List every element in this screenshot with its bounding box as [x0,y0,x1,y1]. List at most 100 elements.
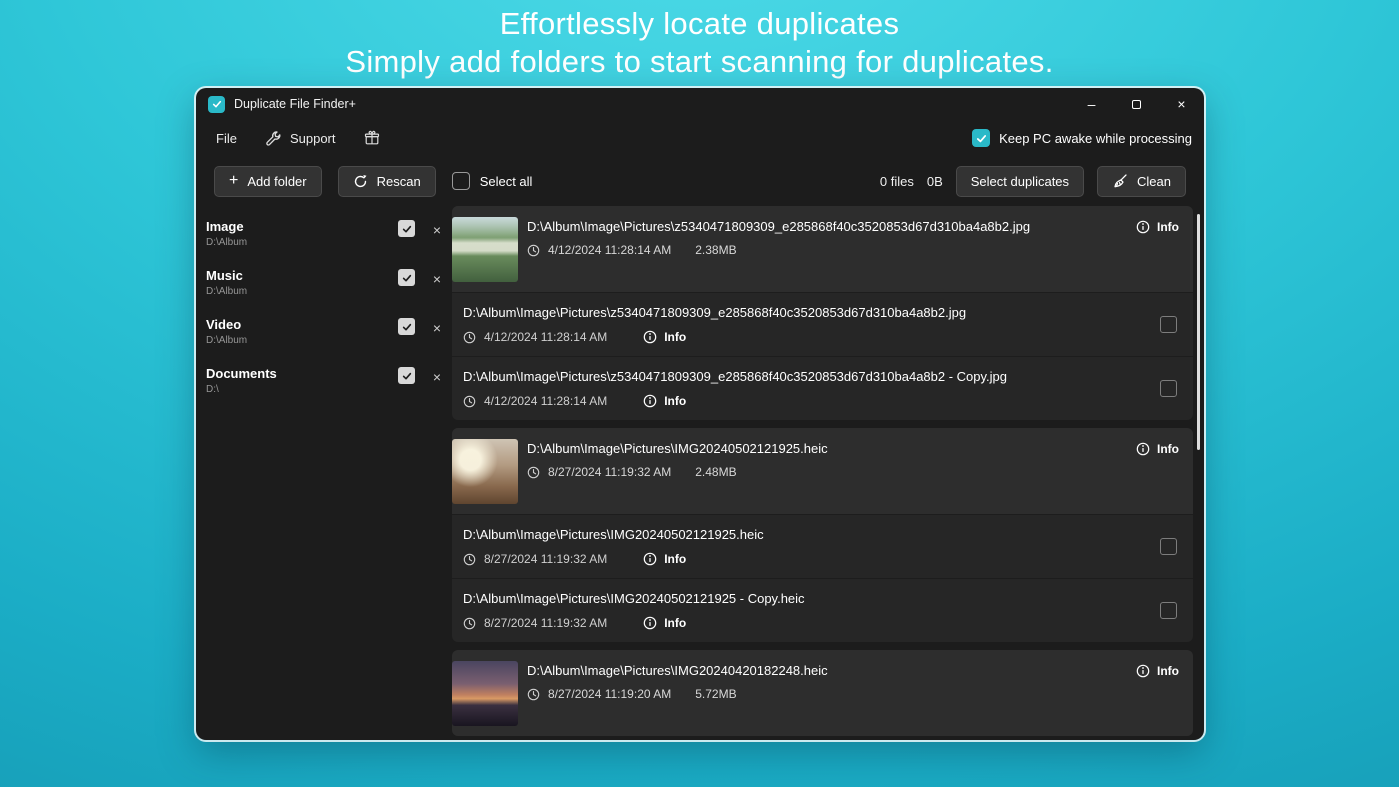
folder-checkbox[interactable] [398,220,415,237]
info-button[interactable]: Info [643,616,686,630]
row-meta: 4/12/2024 11:28:14 AM Info [463,394,1148,408]
close-button[interactable]: × [1159,88,1204,120]
row-texts: D:\Album\Image\Pictures\z5340471809309_e… [463,305,1148,344]
remove-folder-button[interactable]: × [426,268,448,290]
folder-path: D:\Album [206,335,248,346]
folder-texts: Music D:\Album [206,268,398,297]
menu-support[interactable]: Support [265,130,336,147]
select-duplicates-button[interactable]: Select duplicates [955,165,1085,197]
info-icon [643,552,657,566]
info-button[interactable]: Info [1136,661,1179,678]
duplicate-file-row: D:\Album\Image\Pictures\z5340471809309_e… [452,356,1193,420]
folder-checkbox[interactable] [398,269,415,286]
rescan-label: Rescan [376,173,421,189]
clock-icon [463,553,476,566]
hero-section: Effortlessly locate duplicates Simply ad… [0,5,1399,80]
row-texts: D:\Album\Image\Pictures\IMG2024050212192… [463,527,1148,566]
select-all-label: Select all [479,173,533,189]
remove-folder-button[interactable]: × [426,317,448,339]
select-file-checkbox[interactable] [1160,380,1177,397]
keep-awake-toggle[interactable]: Keep PC awake while processing [972,129,1194,147]
folder-item-video: Video D:\Album × [206,317,448,355]
row-meta: 4/12/2024 11:28:14 AM Info [463,330,1148,344]
file-path: D:\Album\Image\Pictures\IMG2024050212192… [463,591,805,606]
file-size: 2.38MB [695,243,737,257]
file-path: D:\Album\Image\Pictures\z5340471809309_e… [463,369,1008,384]
folder-item-documents: Documents D:\ × [206,366,448,404]
scrollbar-thumb[interactable] [1197,214,1200,450]
keep-awake-checkbox[interactable] [972,129,991,147]
duplicate-group: D:\Album\Image\Pictures\z5340471809309_e… [452,206,1193,420]
hero-title: Effortlessly locate duplicates [499,6,900,41]
clock-icon [527,244,540,257]
remove-folder-button[interactable]: × [426,219,448,241]
maximize-button[interactable] [1114,88,1159,120]
content-area: Image D:\Album × Music D:\Album × Video … [196,206,1204,740]
group-texts: D:\Album\Image\Pictures\IMG2024050212192… [527,439,1120,479]
refresh-icon [353,174,368,189]
select-file-checkbox[interactable] [1160,602,1177,619]
select-all-checkbox[interactable] [451,172,470,190]
clean-button[interactable]: Clean [1097,165,1186,197]
toolbar: + Add folder Rescan Select all 0 files 0… [196,156,1204,206]
file-size: 2.48MB [695,465,737,479]
info-label: Info [1157,220,1179,234]
group-texts: D:\Album\Image\Pictures\IMG2024042018224… [527,661,1120,701]
check-icon [212,100,221,108]
select-file-checkbox[interactable] [1160,316,1177,333]
menu-bar: File Support Keep PC awake while process… [196,120,1204,156]
folder-name: Documents [206,366,277,381]
group-meta: 8/27/2024 11:19:20 AM 5.72MB [527,687,1120,701]
info-button[interactable]: Info [1136,439,1179,456]
folder-checkbox[interactable] [398,367,415,384]
duplicate-file-row: D:\Album\Image\Pictures\IMG2024050212192… [452,578,1193,642]
group-texts: D:\Album\Image\Pictures\z5340471809309_e… [527,217,1120,257]
select-all-toggle[interactable]: Select all [451,172,533,190]
menu-file[interactable]: File [216,131,237,146]
menu-gift[interactable] [364,130,380,146]
file-date: 4/12/2024 11:28:14 AM [484,330,608,344]
rescan-button[interactable]: Rescan [337,165,436,197]
app-window: Duplicate File Finder+ – × File Support [196,88,1204,740]
thumbnail-image [452,439,518,504]
folder-checkbox[interactable] [398,318,415,335]
info-icon [1136,442,1150,456]
row-meta: 8/27/2024 11:19:32 AM Info [463,616,1148,630]
folder-item-image: Image D:\Album × [206,219,448,257]
minimize-button[interactable]: – [1069,88,1114,120]
folder-name: Video [206,317,242,332]
check-icon [402,323,411,330]
select-duplicates-label: Select duplicates [970,173,1070,189]
row-texts: D:\Album\Image\Pictures\z5340471809309_e… [463,369,1148,408]
info-icon [1136,664,1150,678]
folder-texts: Documents D:\ [206,366,398,395]
hero-subtitle: Simply add folders to start scanning for… [345,44,1054,79]
file-date: 8/27/2024 11:19:20 AM [548,687,672,701]
duplicate-file-row: D:\Album\Image\Pictures\z5340471809309_e… [452,292,1193,356]
folder-texts: Image D:\Album [206,219,398,248]
add-folder-button[interactable]: + Add folder [214,165,322,197]
select-file-checkbox[interactable] [1160,538,1177,555]
info-icon [643,394,657,408]
window-title: Duplicate File Finder+ [234,97,356,111]
row-meta: 8/27/2024 11:19:32 AM Info [463,552,1148,566]
info-button[interactable]: Info [643,552,686,566]
group-meta: 8/27/2024 11:19:32 AM 2.48MB [527,465,1120,479]
wrench-icon [265,130,282,147]
duplicate-file-row: D:\Album\Image\Pictures\IMG2024050212192… [452,514,1193,578]
thumbnail-image [452,217,518,282]
clock-icon [527,688,540,701]
clean-label: Clean [1137,173,1171,189]
folder-item-music: Music D:\Album × [206,268,448,306]
info-button[interactable]: Info [1136,217,1179,234]
check-icon [402,225,411,232]
file-date: 4/12/2024 11:28:14 AM [484,394,608,408]
window-controls: – × [1069,88,1204,120]
info-button[interactable]: Info [643,394,686,408]
group-header: D:\Album\Image\Pictures\IMG2024042018224… [452,650,1193,736]
clock-icon [463,331,476,344]
plus-icon: + [229,171,239,189]
group-meta: 4/12/2024 11:28:14 AM 2.38MB [527,243,1120,257]
info-button[interactable]: Info [643,330,686,344]
remove-folder-button[interactable]: × [426,366,448,388]
